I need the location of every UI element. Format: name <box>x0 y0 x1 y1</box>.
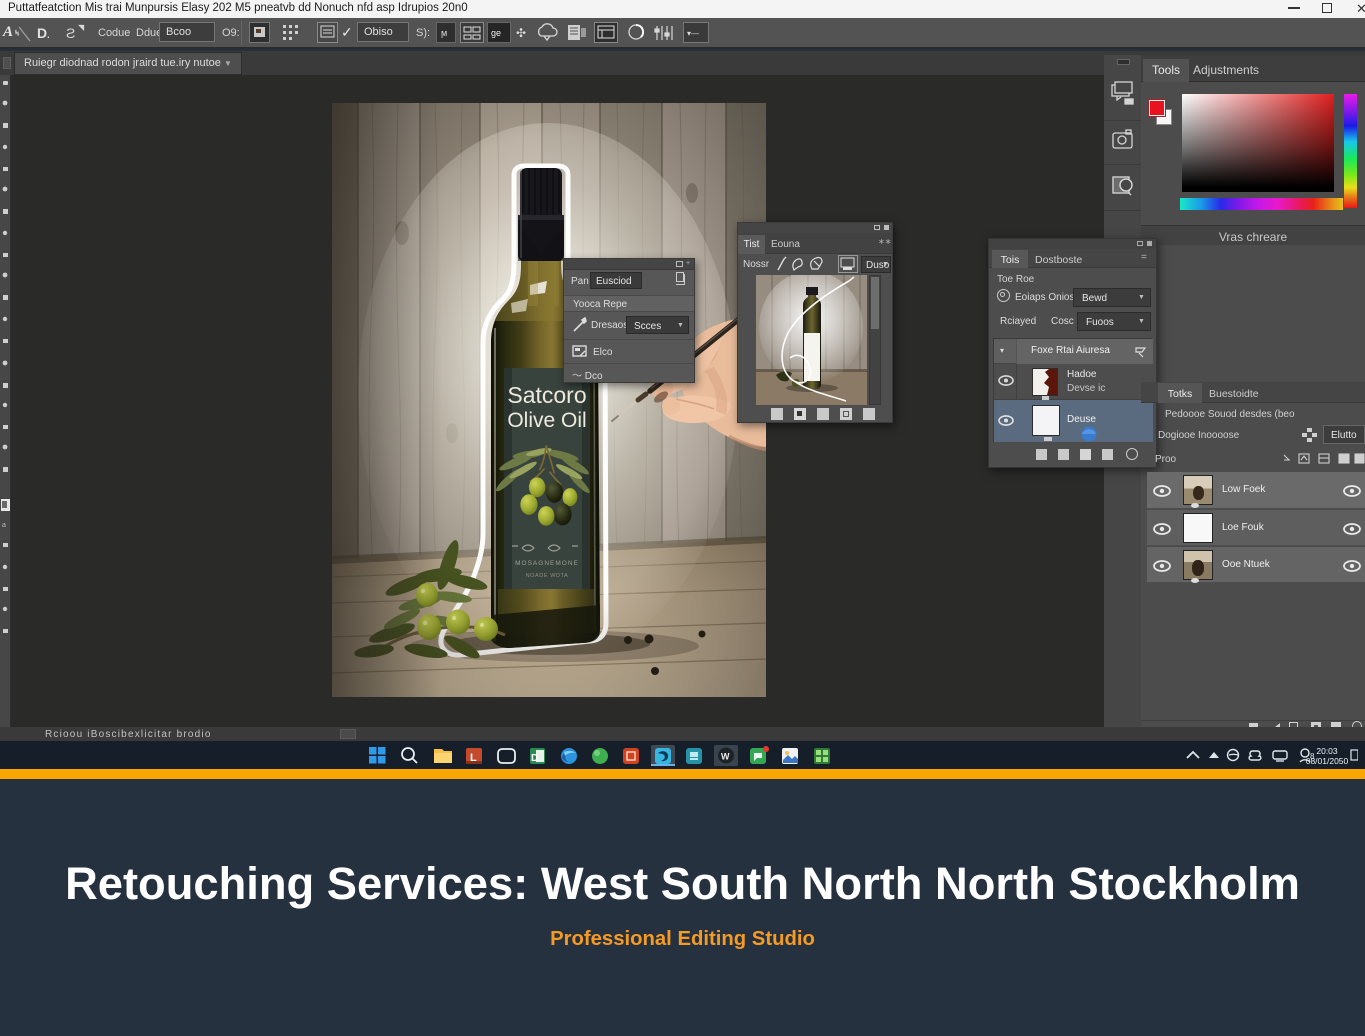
svg-text:a: a <box>2 522 6 529</box>
svg-text:D: D <box>531 753 538 764</box>
svg-text:20:03: 20:03 <box>1316 746 1338 756</box>
svg-text:08/01/2050: 08/01/2050 <box>1306 756 1349 766</box>
svg-text:W: W <box>721 752 730 762</box>
